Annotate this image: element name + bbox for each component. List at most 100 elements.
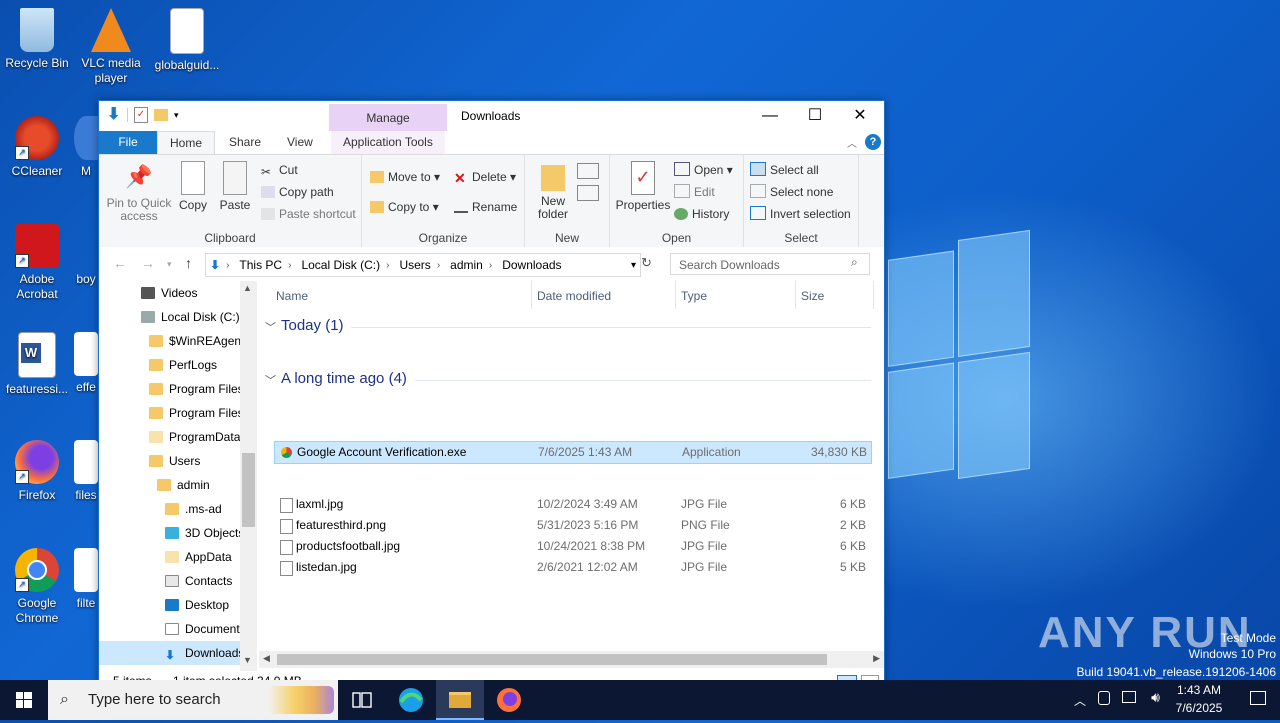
- nav-item-3d-objects[interactable]: 3D Objects: [165, 521, 244, 545]
- scrollbar-thumb[interactable]: [242, 453, 255, 527]
- table-row[interactable]: listedan.jpg 2/6/2021 12:02 AM JPG File …: [274, 557, 870, 578]
- nav-item-winreagent[interactable]: $WinREAgent: [149, 329, 244, 353]
- column-header-date[interactable]: Date modified: [537, 289, 611, 303]
- column-divider[interactable]: [675, 281, 676, 309]
- breadcrumb-admin[interactable]: admin: [450, 258, 483, 272]
- desktop-icon-files[interactable]: files: [74, 440, 98, 503]
- table-row[interactable]: featuresthird.png 5/31/2023 5:16 PM PNG …: [274, 515, 870, 536]
- column-divider[interactable]: [873, 281, 874, 309]
- scrollbar-thumb[interactable]: [277, 654, 827, 665]
- desktop-icon-google-chrome[interactable]: ↗ Google Chrome: [0, 548, 74, 626]
- delete-button[interactable]: ✕ Delete ▾: [454, 167, 516, 187]
- select-all-button[interactable]: Select all: [750, 160, 819, 180]
- address-bar[interactable]: ⬇ › This PC › Local Disk (C:) › Users › …: [205, 253, 641, 277]
- new-item-icon[interactable]: [577, 163, 599, 179]
- rename-button[interactable]: Rename: [454, 197, 517, 217]
- security-icon[interactable]: [1098, 691, 1110, 705]
- collapse-group-icon[interactable]: ﹀: [265, 372, 276, 388]
- breadcrumb-local-disk[interactable]: Local Disk (C:): [301, 258, 380, 272]
- title-bar[interactable]: ⬇ ✓ ▾ Manage Downloads — ☐ ✕: [99, 101, 884, 132]
- desktop-icon-m[interactable]: M: [74, 116, 98, 179]
- desktop-icon-filte[interactable]: filte: [74, 548, 98, 611]
- table-row[interactable]: productsfootball.jpg 10/24/2021 8:38 PM …: [274, 536, 870, 557]
- group-header-long-ago[interactable]: A long time ago (4): [281, 370, 407, 387]
- column-divider[interactable]: [795, 281, 796, 309]
- nav-item-programdata[interactable]: ProgramData: [149, 425, 240, 449]
- refresh-icon[interactable]: ↻: [641, 255, 652, 271]
- search-icon[interactable]: ⌕: [851, 255, 858, 270]
- desktop-icon-effe[interactable]: effe: [74, 332, 98, 395]
- tab-home[interactable]: Home: [157, 131, 216, 155]
- minimize-button[interactable]: —: [747, 101, 793, 131]
- nav-item-videos[interactable]: Videos: [141, 281, 197, 305]
- invert-selection-button[interactable]: Invert selection: [750, 204, 851, 224]
- desktop-icon-boy[interactable]: boy: [74, 224, 98, 287]
- easy-access-icon[interactable]: [577, 185, 599, 201]
- scroll-left-icon[interactable]: ◀: [263, 653, 270, 664]
- scroll-right-icon[interactable]: ▶: [873, 653, 880, 664]
- copy-button[interactable]: Copy: [175, 161, 211, 212]
- help-icon[interactable]: ?: [865, 134, 881, 150]
- desktop-icon-firefox[interactable]: ↗ Firefox: [0, 440, 74, 503]
- chevron-up-icon[interactable]: ︿: [1074, 692, 1086, 709]
- nav-item-documents[interactable]: Documents: [165, 617, 246, 641]
- nav-item-perflogs[interactable]: PerfLogs: [149, 353, 217, 377]
- breadcrumb-downloads[interactable]: Downloads: [502, 258, 561, 272]
- manage-contextual-tab[interactable]: Manage: [329, 104, 447, 132]
- search-input[interactable]: Search Downloads: [670, 253, 870, 275]
- nav-item-ms-ad[interactable]: .ms-ad: [165, 497, 222, 521]
- group-header-today[interactable]: Today (1): [281, 317, 344, 334]
- nav-item-program-files-x86[interactable]: Program Files: [149, 401, 244, 425]
- pin-to-quick-access-button[interactable]: 📌 Pin to Quick access: [103, 161, 175, 223]
- recent-locations-icon[interactable]: ▾: [167, 259, 172, 270]
- clock-date[interactable]: 7/6/2025: [1166, 701, 1232, 715]
- breadcrumb-this-pc[interactable]: This PC: [239, 258, 282, 272]
- maximize-button[interactable]: ☐: [792, 101, 838, 131]
- address-dropdown-icon[interactable]: ▾: [631, 260, 636, 271]
- paste-button[interactable]: Paste: [215, 161, 255, 212]
- nav-item-downloads[interactable]: ⬇ Downloads: [99, 641, 244, 665]
- copy-path-button[interactable]: Copy path: [261, 182, 334, 202]
- desktop-icon-vlc[interactable]: VLC media player: [74, 8, 148, 86]
- column-header-name[interactable]: Name: [276, 289, 308, 303]
- select-none-button[interactable]: Select none: [750, 182, 833, 202]
- move-to-button[interactable]: Move to ▾: [370, 167, 440, 187]
- tab-file[interactable]: File: [99, 131, 157, 154]
- tab-share[interactable]: Share: [217, 131, 273, 154]
- open-button[interactable]: Open ▾: [674, 160, 733, 180]
- scroll-up-icon[interactable]: ▲: [243, 283, 252, 293]
- properties-button[interactable]: ✓ Properties: [614, 161, 672, 212]
- nav-item-appdata[interactable]: AppData: [165, 545, 232, 569]
- table-row[interactable]: Google Account Verification.exe 7/6/2025…: [274, 441, 872, 464]
- column-header-size[interactable]: Size: [801, 289, 824, 303]
- tab-view[interactable]: View: [275, 131, 325, 154]
- nav-item-admin[interactable]: admin: [157, 473, 210, 497]
- volume-icon[interactable]: 🔊︎: [1151, 689, 1160, 706]
- file-explorer-window[interactable]: ⬇ ✓ ▾ Manage Downloads — ☐ ✕ File Home S…: [98, 100, 885, 692]
- scroll-down-icon[interactable]: ▼: [243, 655, 252, 665]
- taskbar-search-box[interactable]: ⌕ Type here to search: [48, 680, 338, 720]
- edit-button[interactable]: Edit: [674, 182, 715, 202]
- collapse-ribbon-icon[interactable]: ︿: [847, 135, 857, 150]
- navigation-scrollbar[interactable]: ▲ ▼: [240, 281, 257, 671]
- nav-item-local-disk[interactable]: Local Disk (C:): [141, 305, 240, 329]
- up-arrow-icon[interactable]: ↑: [185, 255, 192, 271]
- new-folder-icon[interactable]: [154, 109, 168, 121]
- new-folder-button[interactable]: New folder: [529, 161, 577, 221]
- column-header-type[interactable]: Type: [681, 289, 707, 303]
- nav-item-users[interactable]: Users: [149, 449, 200, 473]
- clock-time[interactable]: 1:43 AM: [1166, 683, 1232, 697]
- desktop-icon-globalguid[interactable]: globalguid...: [150, 8, 224, 73]
- paste-shortcut-button[interactable]: Paste shortcut: [261, 204, 356, 224]
- table-row[interactable]: laxml.jpg 10/2/2024 3:49 AM JPG File 6 K…: [274, 494, 870, 515]
- history-button[interactable]: History: [674, 204, 729, 224]
- properties-check-icon[interactable]: ✓: [134, 107, 148, 123]
- horizontal-scrollbar[interactable]: ◀ ▶: [259, 651, 884, 668]
- breadcrumb-users[interactable]: Users: [399, 258, 430, 272]
- nav-item-program-files[interactable]: Program Files: [149, 377, 244, 401]
- nav-item-contacts[interactable]: Contacts: [165, 569, 232, 593]
- desktop-icon-ccleaner[interactable]: ↗ CCleaner: [0, 116, 74, 179]
- taskbar-firefox-button[interactable]: [485, 680, 533, 720]
- start-button[interactable]: [0, 680, 48, 720]
- network-icon[interactable]: [1122, 691, 1136, 703]
